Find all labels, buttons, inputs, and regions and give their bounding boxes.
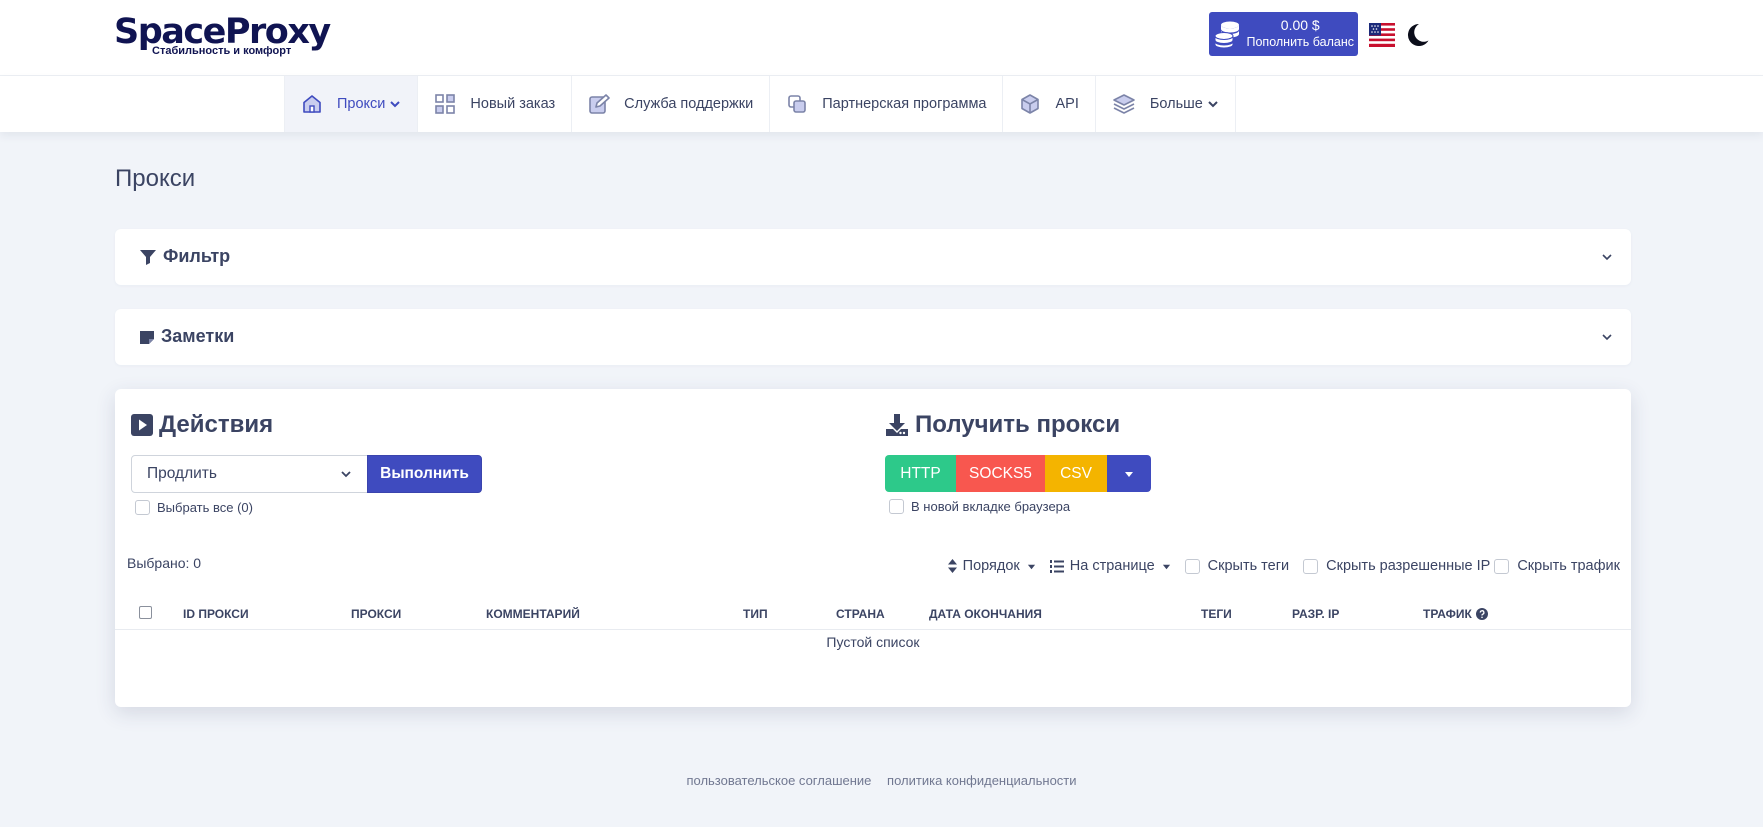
balance-amount: 0.00 $ [1280,17,1320,33]
get-proxy-heading: Получить прокси [885,411,1120,439]
list-ordered-icon [1049,559,1064,573]
column-allowed-ip[interactable]: РАЗР. IP [1292,607,1339,621]
balance-label: Пополнить баланс [1246,35,1355,49]
nav-item-label: Больше [1149,96,1203,112]
chevron-down-icon [390,101,401,108]
chevron-down-icon [1602,254,1612,261]
cube-icon [1021,94,1040,114]
hide-ip-checkbox[interactable] [1303,558,1319,574]
nav-item-label: Прокси [337,96,386,112]
column-comment[interactable]: КОММЕНТАРИЙ [486,607,580,621]
download-icon [886,414,908,436]
new-tab-label: В новой вкладке браузера [911,499,1071,514]
terms-link[interactable]: пользовательское соглашение [686,773,871,788]
format-dropdown-button[interactable] [1107,455,1151,492]
notes-title: Заметки [161,326,235,346]
copy-icon [788,95,807,113]
nav-item-label: Новый заказ [470,96,556,112]
page-title: Прокси [115,165,196,192]
table-toolbar: Порядок На странице Скрыть теги Скрыть р… [934,558,1620,574]
nav-item-label: Партнерская программа [822,96,987,112]
logo[interactable]: SpaceProxy Стабильность и комфорт [114,14,331,60]
caret-down-icon [1162,564,1170,569]
column-country[interactable]: СТРАНА [836,607,885,621]
new-tab-option: В новой вкладке браузера [889,499,1070,514]
caret-down-icon [1125,471,1133,477]
sticky-note-icon [140,330,154,344]
nav-item-label: API [1055,96,1079,112]
chevron-down-icon [341,471,351,478]
coins-icon [1209,12,1247,56]
notes-panel[interactable]: Заметки [115,309,1631,365]
column-tags[interactable]: ТЕГИ [1201,607,1232,621]
select-all-checkbox[interactable] [135,500,150,515]
nav-item-proxy[interactable]: Прокси [285,76,419,132]
us-flag-icon[interactable] [1369,23,1395,47]
filter-icon [140,249,156,265]
nav-item-partner[interactable]: Партнерская программа [770,76,1004,132]
nav-item-label: Служба поддержки [624,96,754,112]
csv-button[interactable]: CSV [1045,455,1107,492]
layers-icon [1113,94,1135,114]
grid-icon [435,94,456,114]
nav-item-new-order[interactable]: Новый заказ [418,76,573,132]
select-all: Выбрать все (0) [135,500,253,515]
proxy-list-panel: Действия Продлить Выполнить Выбрать все … [115,389,1631,707]
http-button[interactable]: HTTP [885,455,956,492]
filter-panel[interactable]: Фильтр [115,229,1631,285]
proxy-format-group: HTTP SOCKS5 CSV [885,455,1151,492]
socks5-button[interactable]: SOCKS5 [956,455,1045,492]
logo-tagline: Стабильность и комфорт [152,45,292,57]
moon-icon[interactable] [1404,22,1430,48]
privacy-link[interactable]: политика конфиденциальности [887,773,1076,788]
select-all-label: Выбрать все (0) [157,500,253,515]
hide-tags-option[interactable]: Скрыть теги [1184,558,1289,574]
order-dropdown[interactable]: Порядок [947,558,1036,574]
column-expiry-date[interactable]: ДАТА ОКОНЧАНИЯ [929,607,1042,621]
table-header: ID ПРОКСИ ПРОКСИ КОММЕНТАРИЙ ТИП СТРАНА … [115,597,1631,630]
main-nav: Прокси Новый заказ Служба поддержки Парт… [0,76,1763,132]
nav-item-api[interactable]: API [1003,76,1096,132]
hide-ip-option[interactable]: Скрыть разрешенные IP [1303,558,1490,574]
new-tab-checkbox[interactable] [889,499,904,514]
action-select-value: Продлить [147,465,217,482]
edit-icon [589,94,610,114]
header-select-checkbox[interactable] [139,606,152,619]
execute-button[interactable]: Выполнить [367,455,482,493]
header: SpaceProxy Стабильность и комфорт 0.00 $… [0,0,1763,76]
sort-icon [947,559,957,573]
selected-count: Выбрано: 0 [127,555,202,571]
column-type[interactable]: ТИП [743,607,768,621]
actions-heading: Действия [131,411,273,439]
question-circle-icon[interactable] [1475,608,1488,620]
action-select[interactable]: Продлить [131,455,368,493]
hide-traffic-option[interactable]: Скрыть трафик [1494,558,1620,574]
per-page-dropdown[interactable]: На странице [1049,558,1171,574]
column-proxy-id[interactable]: ID ПРОКСИ [183,607,249,621]
nav-item-support[interactable]: Служба поддержки [572,76,771,132]
empty-list-message: Пустой список [826,634,920,650]
filter-title: Фильтр [163,246,231,266]
footer: пользовательское соглашение политика кон… [0,773,1763,788]
play-square-icon [131,414,153,436]
column-proxy[interactable]: ПРОКСИ [351,607,401,621]
hide-tags-checkbox[interactable] [1184,558,1200,574]
hide-traffic-checkbox[interactable] [1494,558,1510,574]
nav-item-more[interactable]: Больше [1096,76,1236,132]
column-traffic[interactable]: ТРАФИК [1423,607,1488,621]
home-icon [303,95,321,113]
chevron-down-icon [1602,334,1612,341]
chevron-down-icon [1208,101,1218,108]
top-up-balance-button[interactable]: 0.00 $ Пополнить баланс [1209,12,1358,56]
caret-down-icon [1027,564,1035,569]
